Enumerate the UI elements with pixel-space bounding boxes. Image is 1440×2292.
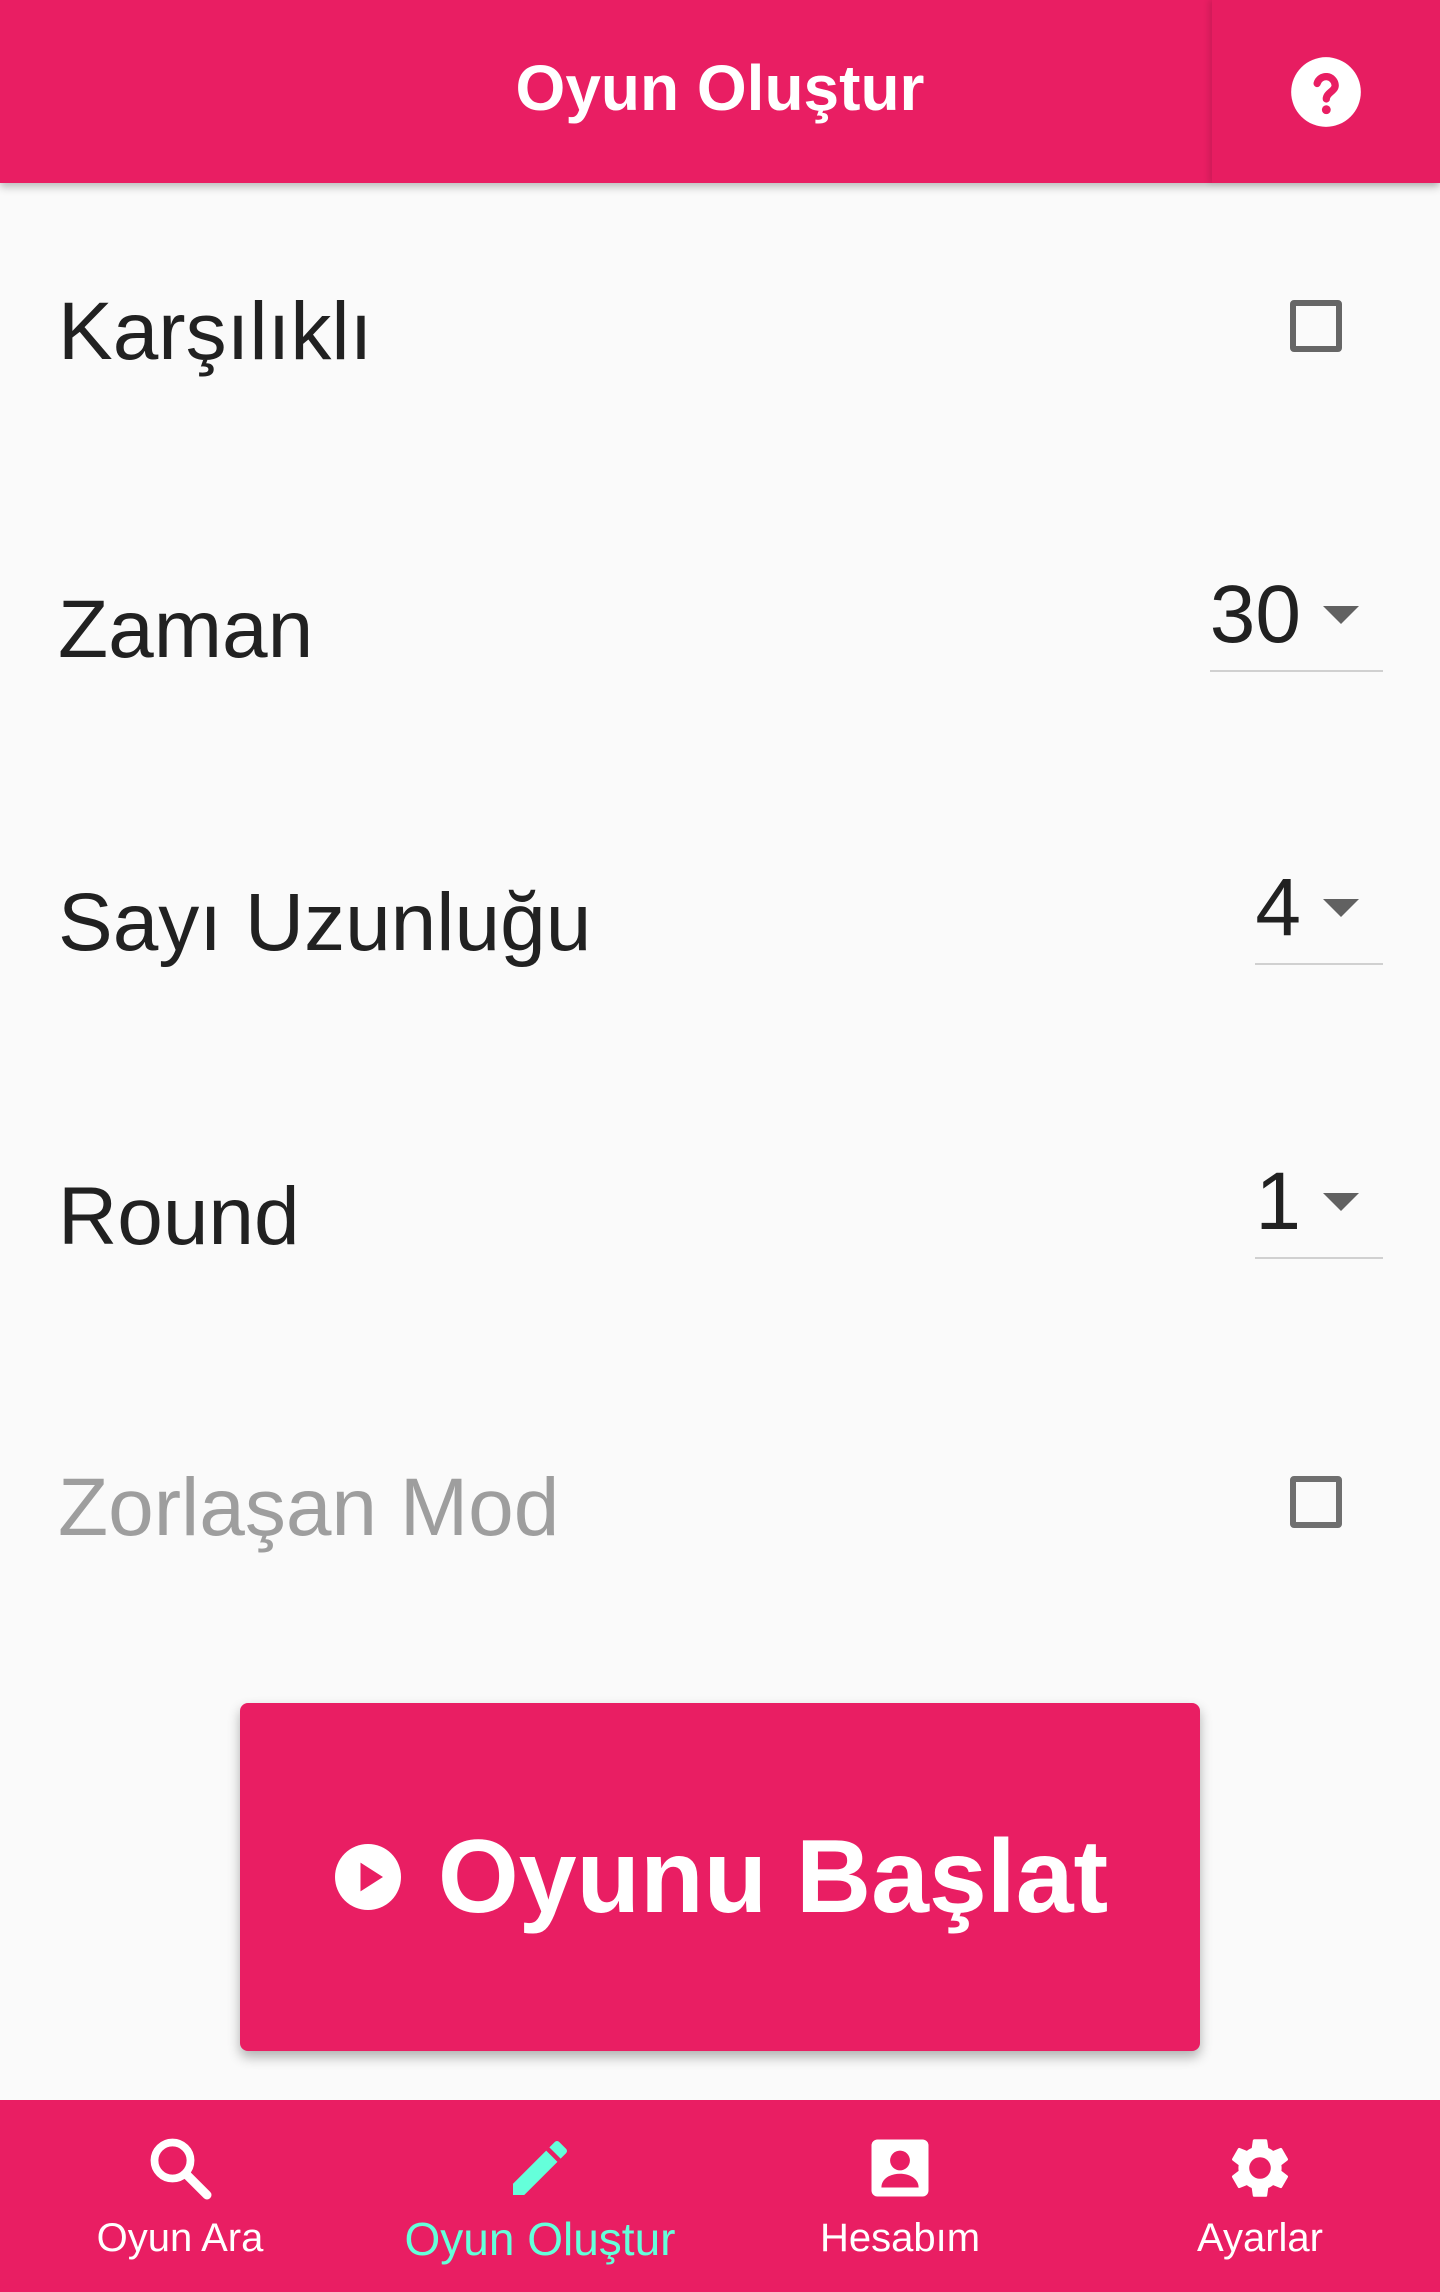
sayi-uzunlugu-dropdown[interactable]: 4 bbox=[1255, 853, 1383, 965]
nav-item-ayarlar[interactable]: Ayarlar bbox=[1080, 2100, 1440, 2292]
karsilikli-row[interactable]: Karşılıklı bbox=[0, 262, 1440, 402]
nav-item-oyun-ara[interactable]: Oyun Ara bbox=[0, 2100, 360, 2292]
round-value: 1 bbox=[1255, 1156, 1301, 1247]
round-row: Round 1 bbox=[0, 1147, 1440, 1287]
dropdown-arrow-icon bbox=[1323, 899, 1359, 917]
round-label: Round bbox=[58, 1171, 300, 1262]
zaman-label: Zaman bbox=[58, 584, 314, 675]
help-button[interactable] bbox=[1212, 0, 1440, 183]
zaman-value: 30 bbox=[1209, 569, 1301, 660]
sayi-uzunlugu-value: 4 bbox=[1255, 862, 1301, 953]
nav-label: Oyun Oluştur bbox=[404, 2213, 676, 2265]
sayi-uzunlugu-row: Sayı Uzunluğu 4 bbox=[0, 853, 1440, 993]
nav-item-hesabim[interactable]: Hesabım bbox=[720, 2100, 1080, 2292]
search-icon bbox=[150, 2138, 212, 2200]
sayi-uzunlugu-label: Sayı Uzunluğu bbox=[58, 877, 592, 968]
play-circle-icon bbox=[334, 1844, 401, 1910]
zorlasan-mod-row: Zorlaşan Mod bbox=[0, 1438, 1440, 1578]
gear-icon bbox=[1231, 2139, 1289, 2197]
nav-label: Ayarlar bbox=[1197, 2216, 1323, 2260]
round-dropdown[interactable]: 1 bbox=[1255, 1147, 1383, 1259]
dropdown-arrow-icon bbox=[1323, 1193, 1359, 1211]
bottom-navigation: Oyun Ara Oyun Oluştur Hesabım Ayarlar bbox=[0, 2100, 1440, 2292]
help-circle-icon bbox=[1291, 56, 1361, 127]
zorlasan-mod-label: Zorlaşan Mod bbox=[58, 1462, 560, 1553]
nav-label: Hesabım bbox=[819, 2216, 981, 2260]
account-box-icon bbox=[871, 2139, 929, 2197]
app-bar: Oyun Oluştur bbox=[0, 0, 1440, 183]
zorlasan-mod-checkbox bbox=[1290, 1476, 1342, 1528]
dropdown-arrow-icon bbox=[1323, 606, 1359, 624]
zaman-dropdown[interactable]: 30 bbox=[1209, 560, 1383, 672]
zaman-row: Zaman 30 bbox=[0, 560, 1440, 700]
karsilikli-label: Karşılıklı bbox=[58, 286, 373, 377]
karsilikli-checkbox[interactable] bbox=[1290, 300, 1342, 352]
start-game-label: Oyunu Başlat bbox=[437, 1818, 1109, 1935]
nav-item-oyun-olustur[interactable]: Oyun Oluştur bbox=[360, 2100, 720, 2292]
start-game-button[interactable]: Oyunu Başlat bbox=[240, 1703, 1200, 2051]
pencil-icon bbox=[513, 2140, 568, 2195]
nav-label: Oyun Ara bbox=[96, 2216, 264, 2260]
